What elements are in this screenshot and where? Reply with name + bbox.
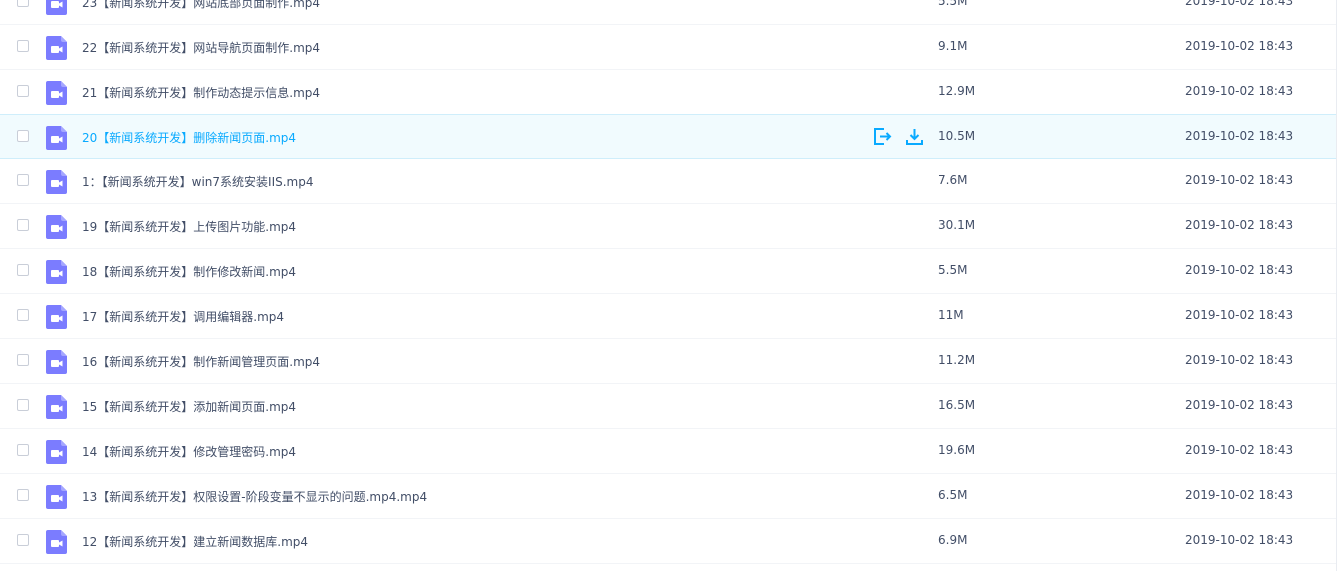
video-file-icon [46,485,67,509]
video-file-icon [46,395,67,419]
share-icon[interactable] [872,126,892,146]
file-size: 7.6M [938,173,968,187]
file-row[interactable]: 18【新闻系统开发】制作修改新闻.mp4 5.5M 2019-10-02 18:43 [0,249,1337,294]
file-size: 11M [938,308,964,322]
row-checkbox[interactable] [17,0,29,7]
video-file-icon [46,126,67,150]
modified-date: 2019-10-02 18:43 [1185,84,1294,98]
file-name[interactable]: 1：【新闻系统开发】win7系统安装IIS.mp4 [82,173,313,190]
file-size: 16.5M [938,398,976,412]
file-name[interactable]: 21【新闻系统开发】制作动态提示信息.mp4 [82,84,320,101]
file-name[interactable]: 17【新闻系统开发】调用编辑器.mp4 [82,308,284,325]
row-checkbox[interactable] [17,444,29,456]
file-size: 6.9M [938,533,968,547]
file-row[interactable]: 20【新闻系统开发】删除新闻页面.mp4 10.5M 2019-10-02 18:4… [0,114,1337,159]
row-checkbox[interactable] [17,264,29,276]
modified-date: 2019-10-02 18:43 [1185,443,1294,457]
row-checkbox[interactable] [17,354,29,366]
file-row[interactable]: 23【新闻系统开发】网站底部页面制作.mp4 5.5M 2019-10-02 18:… [0,0,1337,25]
file-row[interactable]: 22【新闻系统开发】网站导航页面制作.mp4 9.1M 2019-10-02 18:… [0,25,1337,70]
file-list: 23【新闻系统开发】网站底部页面制作.mp4 5.5M 2019-10-02 18:… [0,0,1337,564]
video-file-icon [46,170,67,194]
file-row[interactable]: 19【新闻系统开发】上传图片功能.mp4 30.1M 2019-10-02 18:4… [0,204,1337,249]
modified-date: 2019-10-02 18:43 [1185,0,1294,8]
file-row[interactable]: 12【新闻系统开发】建立新闻数据库.mp4 6.9M 2019-10-02 18:4… [0,519,1337,564]
row-checkbox[interactable] [17,534,29,546]
file-size: 5.5M [938,0,968,8]
modified-date: 2019-10-02 18:43 [1185,488,1294,502]
file-size: 19.6M [938,443,976,457]
file-name[interactable]: 14【新闻系统开发】修改管理密码.mp4 [82,443,296,460]
file-name[interactable]: 20【新闻系统开发】删除新闻页面.mp4 [82,129,296,146]
file-size: 12.9M [938,84,976,98]
file-row[interactable]: 1：【新闻系统开发】win7系统安装IIS.mp4 7.6M 2019-10-02 … [0,159,1337,204]
file-name[interactable]: 18【新闻系统开发】制作修改新闻.mp4 [82,263,296,280]
file-name[interactable]: 12【新闻系统开发】建立新闻数据库.mp4 [82,533,308,550]
modified-date: 2019-10-02 18:43 [1185,173,1294,187]
file-size: 5.5M [938,263,968,277]
file-row[interactable]: 15【新闻系统开发】添加新闻页面.mp4 16.5M 2019-10-02 18:4… [0,384,1337,429]
video-file-icon [46,305,67,329]
row-checkbox[interactable] [17,489,29,501]
file-size: 11.2M [938,353,976,367]
file-name[interactable]: 15【新闻系统开发】添加新闻页面.mp4 [82,398,296,415]
file-row[interactable]: 16【新闻系统开发】制作新闻管理页面.mp4 11.2M 2019-10-02 18… [0,339,1337,384]
file-size: 6.5M [938,488,968,502]
modified-date: 2019-10-02 18:43 [1185,308,1294,322]
row-checkbox[interactable] [17,309,29,321]
video-file-icon [46,81,67,105]
file-row[interactable]: 13【新闻系统开发】权限设置-阶段变量不显示的问题.mp4.mp4 6.5M 201… [0,474,1337,519]
download-icon[interactable] [904,126,924,146]
file-name[interactable]: 23【新闻系统开发】网站底部页面制作.mp4 [82,0,320,11]
row-checkbox[interactable] [17,85,29,97]
row-checkbox[interactable] [17,174,29,186]
video-file-icon [46,36,67,60]
row-checkbox[interactable] [17,219,29,231]
video-file-icon [46,215,67,239]
modified-date: 2019-10-02 18:43 [1185,39,1294,53]
file-row[interactable]: 17【新闻系统开发】调用编辑器.mp4 11M 2019-10-02 18:43 [0,294,1337,339]
file-row[interactable]: 21【新闻系统开发】制作动态提示信息.mp4 12.9M 2019-10-02 18… [0,70,1337,115]
modified-date: 2019-10-02 18:43 [1185,533,1294,547]
file-name[interactable]: 19【新闻系统开发】上传图片功能.mp4 [82,218,296,235]
modified-date: 2019-10-02 18:43 [1185,353,1294,367]
row-checkbox[interactable] [17,399,29,411]
file-name[interactable]: 13【新闻系统开发】权限设置-阶段变量不显示的问题.mp4.mp4 [82,488,427,505]
row-actions [872,126,924,148]
modified-date: 2019-10-02 18:43 [1185,398,1294,412]
file-name[interactable]: 22【新闻系统开发】网站导航页面制作.mp4 [82,39,320,56]
video-file-icon [46,0,67,15]
file-name[interactable]: 16【新闻系统开发】制作新闻管理页面.mp4 [82,353,320,370]
file-size: 10.5M [938,129,976,143]
row-checkbox[interactable] [17,130,29,142]
video-file-icon [46,260,67,284]
video-file-icon [46,440,67,464]
video-file-icon [46,350,67,374]
file-size: 30.1M [938,218,976,232]
file-row[interactable]: 14【新闻系统开发】修改管理密码.mp4 19.6M 2019-10-02 18:4… [0,429,1337,474]
file-size: 9.1M [938,39,968,53]
modified-date: 2019-10-02 18:43 [1185,263,1294,277]
modified-date: 2019-10-02 18:43 [1185,129,1294,143]
row-checkbox[interactable] [17,40,29,52]
video-file-icon [46,530,67,554]
modified-date: 2019-10-02 18:43 [1185,218,1294,232]
